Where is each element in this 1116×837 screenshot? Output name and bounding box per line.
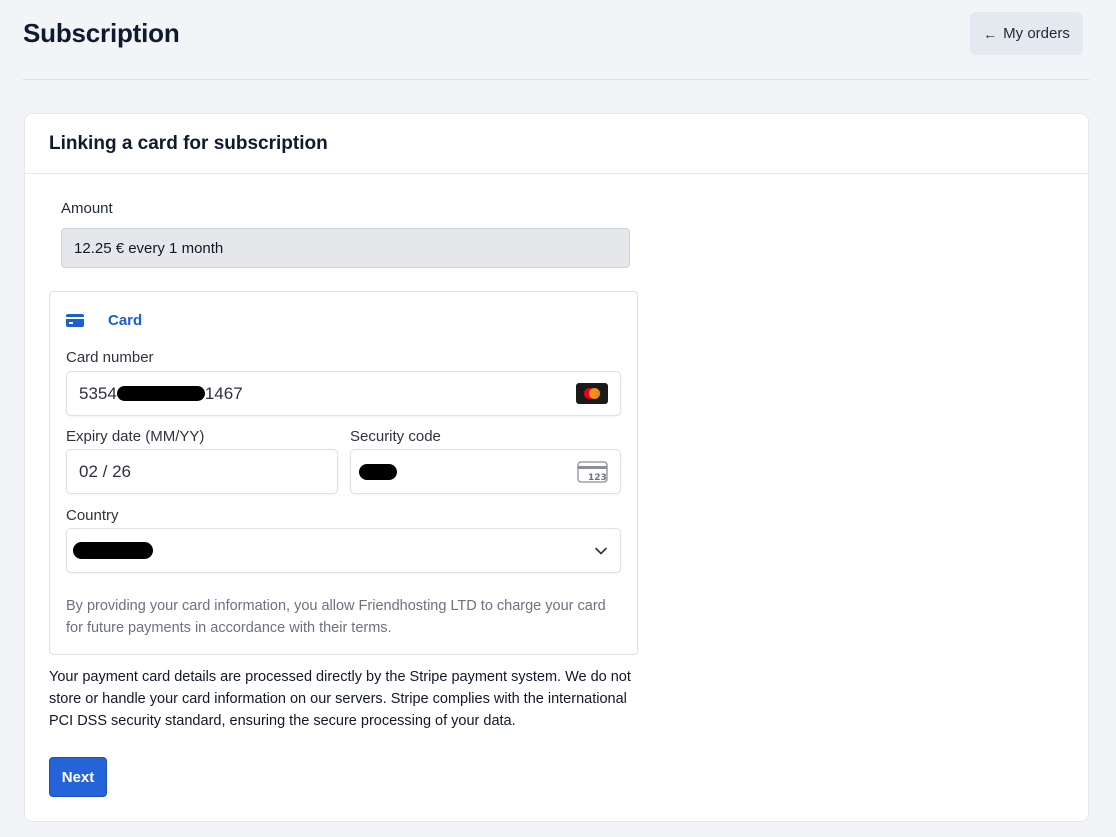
security-code-label: Security code — [350, 428, 441, 445]
card-number-prefix: 5354 — [79, 383, 117, 403]
country-label: Country — [66, 507, 119, 524]
panel-header: Linking a card for subscription — [25, 114, 1088, 174]
cvc-card-icon: 123 — [577, 461, 608, 483]
amount-value: 12.25 € every 1 month — [74, 239, 224, 257]
expiry-value: 02 / 26 — [79, 461, 131, 481]
panel-title: Linking a card for subscription — [49, 132, 328, 154]
chevron-down-icon — [595, 547, 607, 555]
page-title: Subscription — [23, 18, 180, 48]
my-orders-button[interactable]: ← My orders — [970, 12, 1083, 55]
stripe-info-text: Your payment card details are processed … — [49, 669, 631, 729]
security-code-input[interactable]: 123 — [350, 449, 621, 494]
credit-card-icon — [66, 314, 84, 327]
amount-field: 12.25 € every 1 month — [61, 228, 630, 268]
my-orders-label: My orders — [1003, 25, 1070, 42]
expiry-label: Expiry date (MM/YY) — [66, 428, 205, 445]
card-number-input[interactable]: 5354 1467 — [66, 371, 621, 416]
terms-text: By providing your card information, you … — [66, 598, 606, 636]
redaction-mark — [359, 463, 397, 480]
next-button[interactable]: Next — [49, 757, 107, 797]
card-number-suffix: 1467 — [204, 383, 243, 403]
amount-label: Amount — [61, 200, 113, 217]
country-select[interactable] — [66, 528, 621, 573]
tab-card[interactable]: Card — [66, 312, 142, 329]
page-header: Subscription ← My orders — [23, 0, 1089, 80]
mastercard-icon — [576, 383, 608, 404]
cvc-icon-text: 123 — [588, 473, 607, 483]
stripe-payment-element: Card Card number 5354 1467 Expiry date (… — [49, 291, 638, 655]
redaction-mark — [73, 542, 153, 559]
subscription-panel: Linking a card for subscription Amount 1… — [24, 113, 1089, 822]
expiry-input[interactable]: 02 / 26 — [66, 449, 338, 494]
tab-card-label: Card — [108, 312, 143, 329]
arrow-left-icon: ← — [983, 25, 998, 42]
card-number-label: Card number — [66, 349, 154, 366]
redaction-mark — [116, 386, 205, 401]
